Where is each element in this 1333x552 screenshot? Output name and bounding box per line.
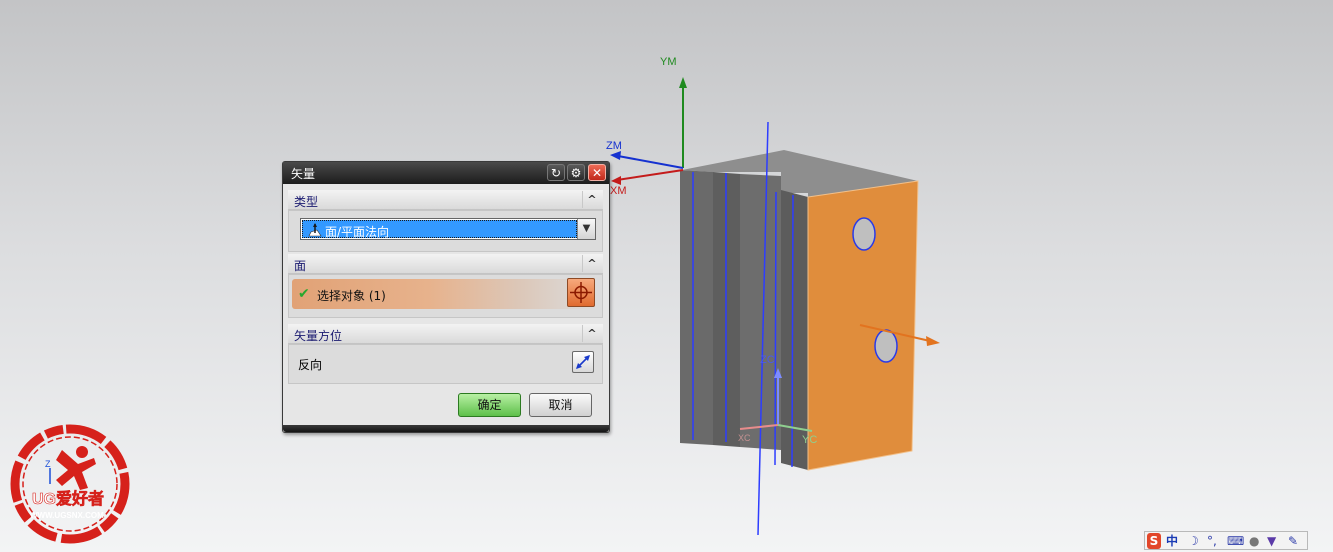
section-header-orientation[interactable]: 矢量方位 ^ <box>288 324 603 344</box>
wrench-icon[interactable]: ✎ <box>1288 533 1298 549</box>
logo-url: WWW.UGSNX.COM <box>30 511 104 520</box>
moon-icon[interactable]: ☽ <box>1188 533 1199 549</box>
vector-dialog: 矢量 ↻ ⚙ ✕ 类型 ^ 面/平面法向 ▼ 面 ^ ✔ 选择对象 (1) 矢量… <box>282 161 610 433</box>
hole-lower <box>874 329 898 363</box>
gear-icon: ⚙ <box>570 166 582 180</box>
axis-label-zc: ZC <box>760 354 775 366</box>
sogou-icon[interactable]: S <box>1147 533 1161 549</box>
face-normal-icon <box>308 223 322 237</box>
graphics-viewport[interactable]: YM ZM XM ZC YC XC <box>0 0 1333 552</box>
part-body[interactable] <box>680 121 919 536</box>
dialog-bottom-bar <box>283 425 609 432</box>
settings-button[interactable]: ⚙ <box>567 164 585 181</box>
axis-label-xm: XM <box>610 185 627 197</box>
dialog-title: 矢量 <box>291 167 316 181</box>
section-title-type: 类型 <box>294 195 319 209</box>
axis-label-zm: ZM <box>606 140 622 152</box>
section-body-orientation: 反向 <box>288 344 603 384</box>
type-dropdown-text: 面/平面法向 <box>325 225 390 239</box>
ug-fans-logo: Z UG爱好者 WWW.UGSNX.COM <box>10 424 130 544</box>
select-object-row[interactable]: ✔ 选择对象 (1) <box>292 278 595 309</box>
collapse-icon[interactable]: ^ <box>582 325 601 342</box>
close-button[interactable]: ✕ <box>588 164 606 181</box>
collapse-icon[interactable]: ^ <box>582 255 601 272</box>
section-title-face: 面 <box>294 259 307 273</box>
shirt-icon[interactable]: ▼ <box>1267 533 1276 549</box>
axis-label-ym: YM <box>660 56 677 68</box>
close-icon: ✕ <box>591 166 603 180</box>
chevron-down-icon[interactable]: ▼ <box>577 219 595 239</box>
reverse-direction-icon <box>576 355 590 369</box>
punctuation-icon[interactable]: °, <box>1207 533 1217 549</box>
reset-icon: ↻ <box>550 166 562 180</box>
logo-text: UG爱好者 <box>32 489 104 508</box>
axis-label-xc: XC <box>738 433 751 443</box>
dialog-titlebar[interactable]: 矢量 ↻ ⚙ ✕ <box>283 162 609 184</box>
ok-button[interactable]: 确定 <box>458 393 521 417</box>
crosshair-icon <box>570 282 592 303</box>
type-dropdown-value: 面/平面法向 <box>302 220 577 239</box>
keyboard-icon[interactable]: ⌨ <box>1227 533 1244 549</box>
axis-label-yc: YC <box>802 434 817 446</box>
logo-axis-label: Z <box>45 459 51 469</box>
user-icon[interactable]: ● <box>1249 533 1259 549</box>
reset-button[interactable]: ↻ <box>547 164 565 181</box>
checkmark-icon: ✔ <box>298 286 310 302</box>
ime-toolbar[interactable]: S 中 ☽ °, ⌨ ● ▼ ✎ <box>1144 531 1308 550</box>
ime-mode-label[interactable]: 中 <box>1166 533 1178 549</box>
select-object-label: 选择对象 (1) <box>317 289 386 303</box>
section-title-orientation: 矢量方位 <box>294 329 343 343</box>
collapse-icon[interactable]: ^ <box>582 191 601 208</box>
reverse-direction-label: 反向 <box>298 358 323 372</box>
cancel-button[interactable]: 取消 <box>529 393 592 417</box>
part-left-face <box>680 170 713 445</box>
select-object-button[interactable] <box>567 278 595 307</box>
work-csys: YM ZM XM <box>606 56 687 197</box>
hole-upper <box>852 217 876 251</box>
section-body-face: ✔ 选择对象 (1) <box>288 274 603 318</box>
section-header-face[interactable]: 面 ^ <box>288 254 603 274</box>
section-body-type: 面/平面法向 ▼ <box>288 210 603 252</box>
section-header-type[interactable]: 类型 ^ <box>288 190 603 210</box>
type-dropdown[interactable]: 面/平面法向 ▼ <box>300 218 596 240</box>
reverse-direction-button[interactable] <box>572 351 594 373</box>
